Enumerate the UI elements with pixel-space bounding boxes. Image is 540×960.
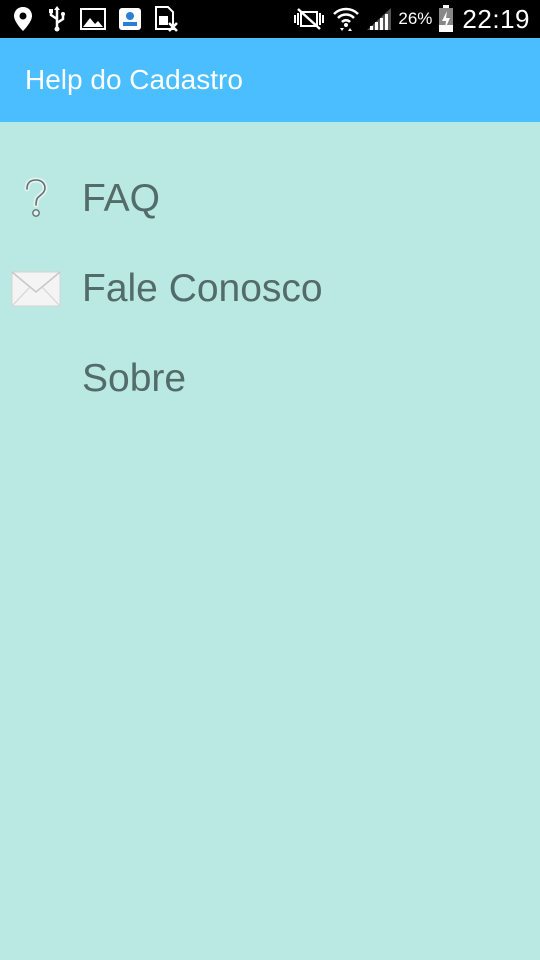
menu-item-fale-conosco[interactable]: Fale Conosco [0,244,540,334]
menu-item-label: Sobre [82,357,187,400]
battery-percent: 26% [398,9,433,28]
question-icon [10,173,62,225]
app-bar: Help do Cadastro [0,38,540,122]
app-notification-icon [118,7,142,31]
usb-icon [46,6,68,32]
envelope-icon [10,263,62,315]
page-title: Help do Cadastro [25,64,243,95]
menu-item-label: FAQ [82,177,161,220]
status-bar: 26% 22:19 [0,0,540,38]
image-icon [80,8,106,30]
battery-icon [438,5,454,33]
system-icons: 26% 22:19 [292,0,530,38]
mute-icon [292,7,326,31]
signal-icon [366,7,392,31]
notification-icons [12,0,178,38]
wifi-icon [332,6,360,32]
clock-time: 22:19 [462,3,530,34]
menu-item-sobre[interactable]: Sobre [0,334,540,424]
no-sim-icon [154,6,178,32]
help-menu: FAQ Fale Conosco Sobre [0,154,540,424]
menu-item-label: Fale Conosco [82,267,323,310]
menu-item-faq[interactable]: FAQ [0,154,540,244]
location-icon [12,6,34,32]
